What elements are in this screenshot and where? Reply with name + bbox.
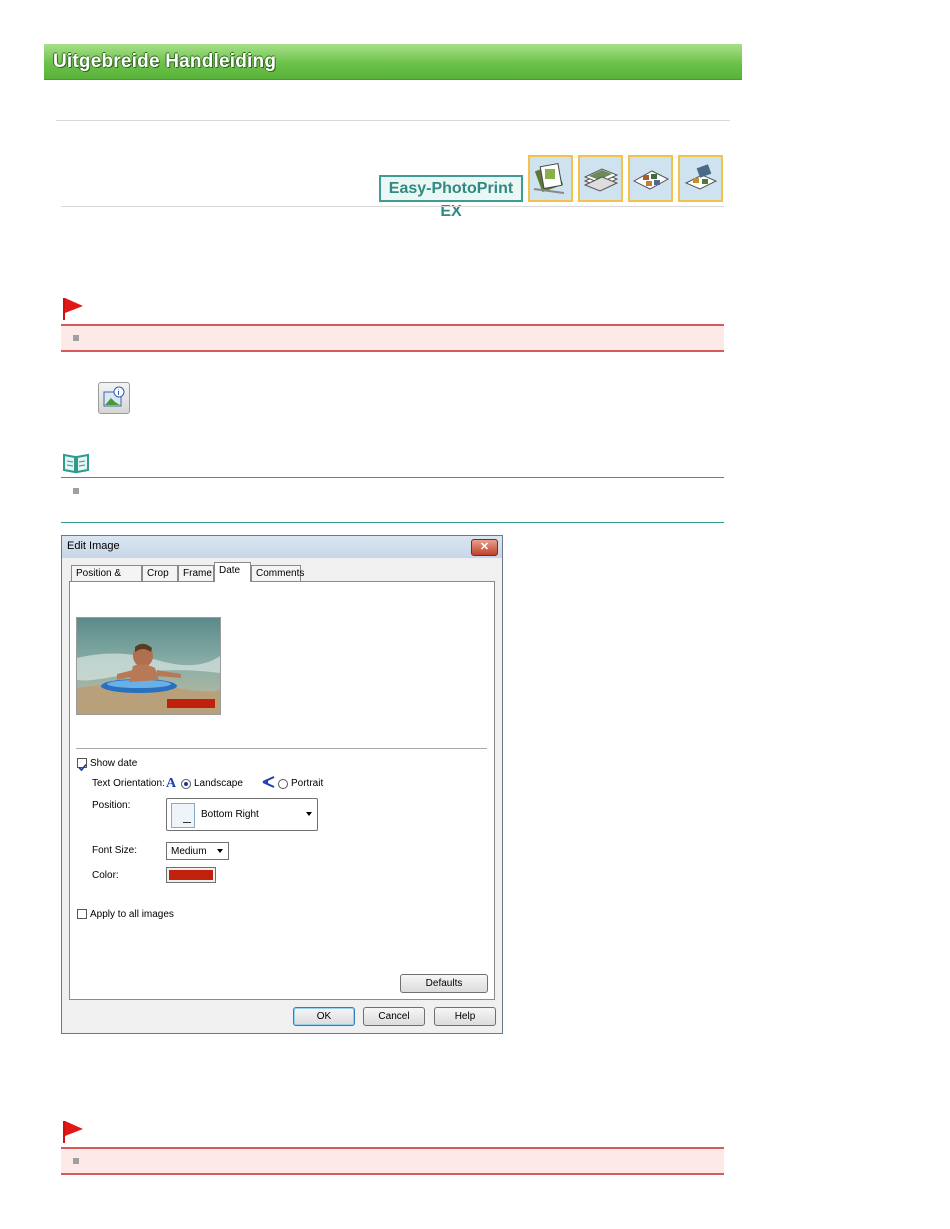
position-value: Bottom Right [201, 809, 259, 820]
tab-date[interactable]: Date [214, 562, 251, 582]
header-banner: Uitgebreide Handleiding [44, 44, 742, 80]
stickers-icon[interactable] [678, 155, 723, 202]
portrait-label: Portrait [291, 778, 324, 789]
svg-text:i: i [118, 390, 120, 397]
image-info-button[interactable]: i [98, 382, 130, 414]
note-icon [62, 452, 90, 474]
font-size-value: Medium [171, 846, 207, 857]
text-orientation-label: Text Orientation: [92, 778, 165, 789]
color-swatch [169, 870, 213, 880]
position-preview-icon [171, 803, 195, 828]
album-icon[interactable] [528, 155, 573, 202]
color-label: Color: [92, 870, 119, 881]
dialog-titlebar: Edit Image ✕ [62, 536, 502, 558]
separator [76, 748, 487, 749]
note-top-rule [61, 477, 724, 478]
date-stamp-preview [167, 699, 215, 708]
important-box [61, 1147, 724, 1175]
header-title: Uitgebreide Handleiding [53, 51, 277, 72]
defaults-button[interactable]: Defaults [400, 974, 488, 993]
close-button[interactable]: ✕ [471, 539, 498, 556]
landscape-a-icon: A [166, 776, 177, 791]
bullet-icon [73, 488, 79, 494]
chevron-down-icon [306, 812, 312, 816]
divider [61, 206, 724, 207]
photo-print-icon[interactable] [578, 155, 623, 202]
font-size-select[interactable]: Medium [166, 842, 229, 860]
preview-image [76, 617, 221, 715]
ok-button[interactable]: OK [293, 1007, 355, 1026]
font-size-label: Font Size: [92, 845, 138, 856]
tab-frame[interactable]: Frame [178, 565, 214, 581]
show-date-label: Show date [90, 758, 138, 769]
apply-all-checkbox[interactable] [77, 909, 87, 919]
portrait-a-icon [262, 775, 275, 789]
flag-icon [62, 1120, 84, 1144]
apply-all-label: Apply to all images [90, 909, 174, 920]
portrait-radio[interactable] [278, 779, 288, 789]
note-bottom-rule [61, 522, 724, 523]
bullet-icon [73, 1158, 79, 1164]
chevron-down-icon [217, 849, 223, 853]
cancel-button[interactable]: Cancel [363, 1007, 425, 1026]
layout-print-icon[interactable] [628, 155, 673, 202]
tab-comments[interactable]: Comments [251, 565, 304, 581]
show-date-checkbox[interactable] [77, 758, 87, 772]
divider [56, 120, 730, 121]
edit-image-dialog: Edit Image ✕ Position & Size Crop Frame … [61, 535, 503, 1034]
bullet-icon [73, 335, 79, 341]
position-label: Position: [92, 800, 131, 811]
position-select[interactable]: Bottom Right [166, 798, 318, 831]
flag-icon [62, 297, 84, 321]
help-button[interactable]: Help [434, 1007, 496, 1026]
color-picker-button[interactable] [166, 867, 216, 883]
image-info-icon: i [103, 386, 125, 407]
important-box [61, 324, 724, 352]
tab-position-size[interactable]: Position & Size [71, 565, 142, 595]
landscape-radio[interactable] [181, 779, 191, 789]
product-badge: Easy-PhotoPrint EX [379, 175, 523, 220]
landscape-label: Landscape [194, 778, 243, 789]
tab-crop[interactable]: Crop [142, 565, 178, 581]
date-tab-panel: Show date Text Orientation: A Landscape … [69, 581, 495, 1000]
dialog-title: Edit Image [67, 540, 120, 552]
